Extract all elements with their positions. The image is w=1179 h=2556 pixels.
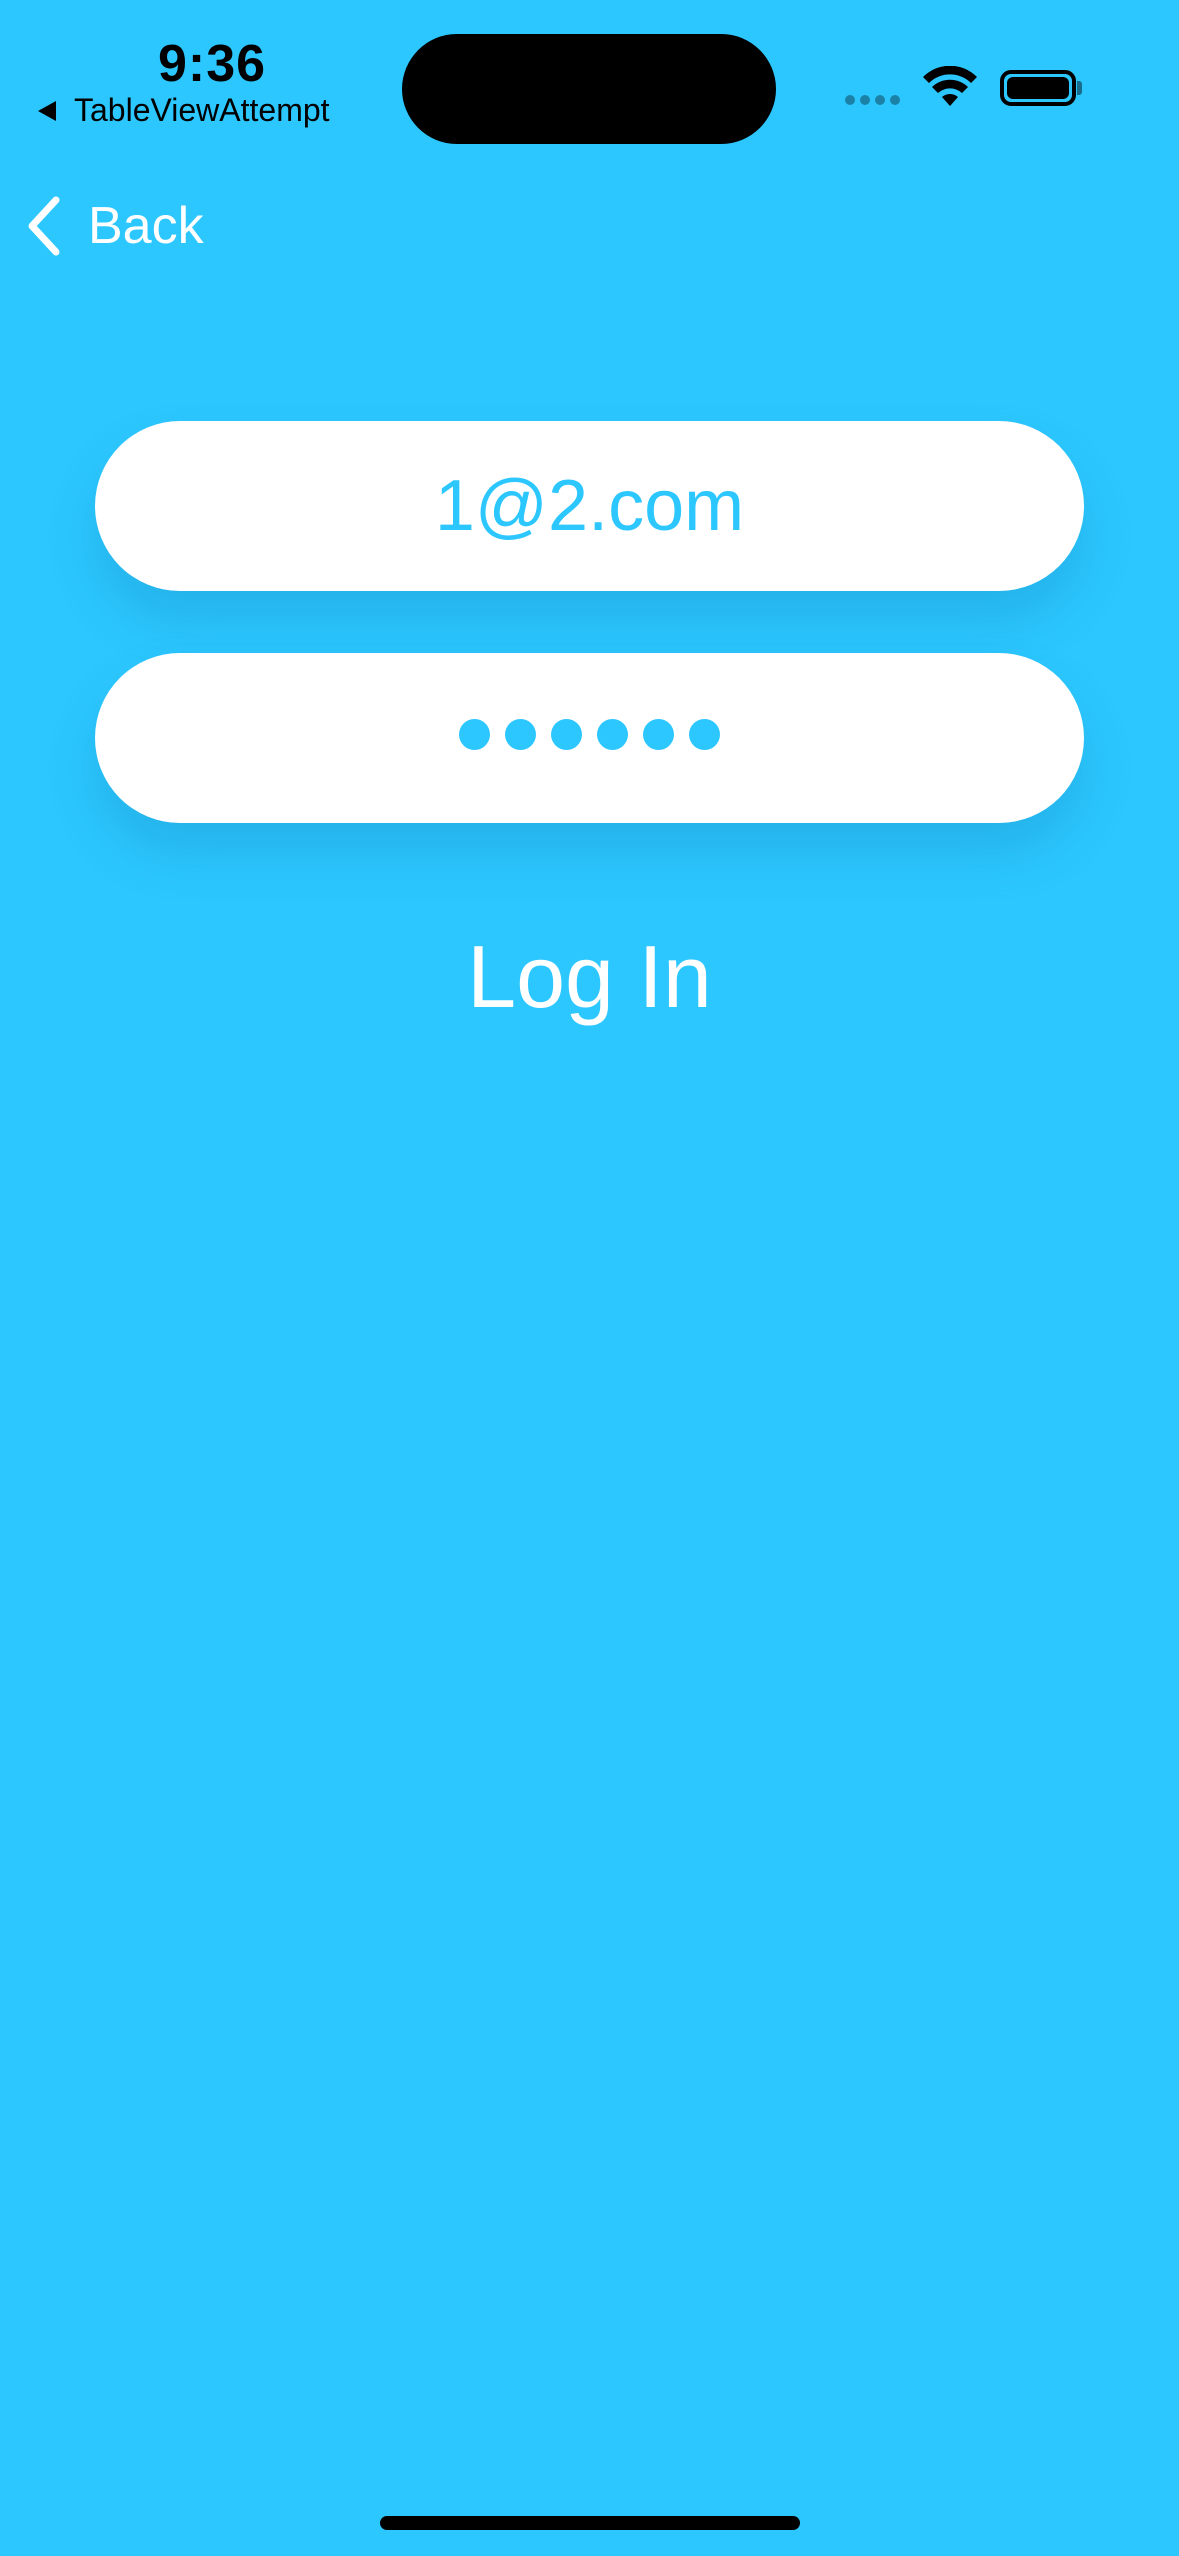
battery-icon — [1000, 70, 1076, 106]
password-dot — [643, 718, 674, 750]
wifi-icon — [923, 66, 977, 106]
password-dot — [459, 718, 490, 750]
status-time: 9:36 — [158, 35, 267, 93]
password-dot — [505, 718, 536, 750]
triangle-left-icon — [38, 100, 56, 121]
password-dot — [551, 718, 582, 750]
password-dot — [689, 718, 720, 750]
home-indicator[interactable] — [380, 2516, 800, 2530]
cellular-signal-icon — [845, 95, 900, 105]
chevron-left-icon — [28, 196, 60, 256]
password-mask — [459, 718, 720, 750]
battery-tip — [1077, 81, 1082, 95]
dynamic-island — [402, 34, 776, 144]
back-to-app-link[interactable]: TableViewAttempt — [38, 92, 330, 129]
email-value: 1@2.com — [434, 466, 745, 546]
login-screen: 9:36 TableViewAttempt Back 1@2.com Log I… — [0, 0, 1179, 2556]
login-button[interactable]: Log In — [0, 926, 1179, 1028]
password-field[interactable] — [95, 653, 1084, 823]
back-button[interactable]: Back — [26, 196, 204, 256]
email-field[interactable]: 1@2.com — [95, 421, 1084, 591]
back-button-label: Back — [88, 197, 204, 255]
back-to-app-label: TableViewAttempt — [74, 92, 330, 128]
password-dot — [597, 718, 628, 750]
